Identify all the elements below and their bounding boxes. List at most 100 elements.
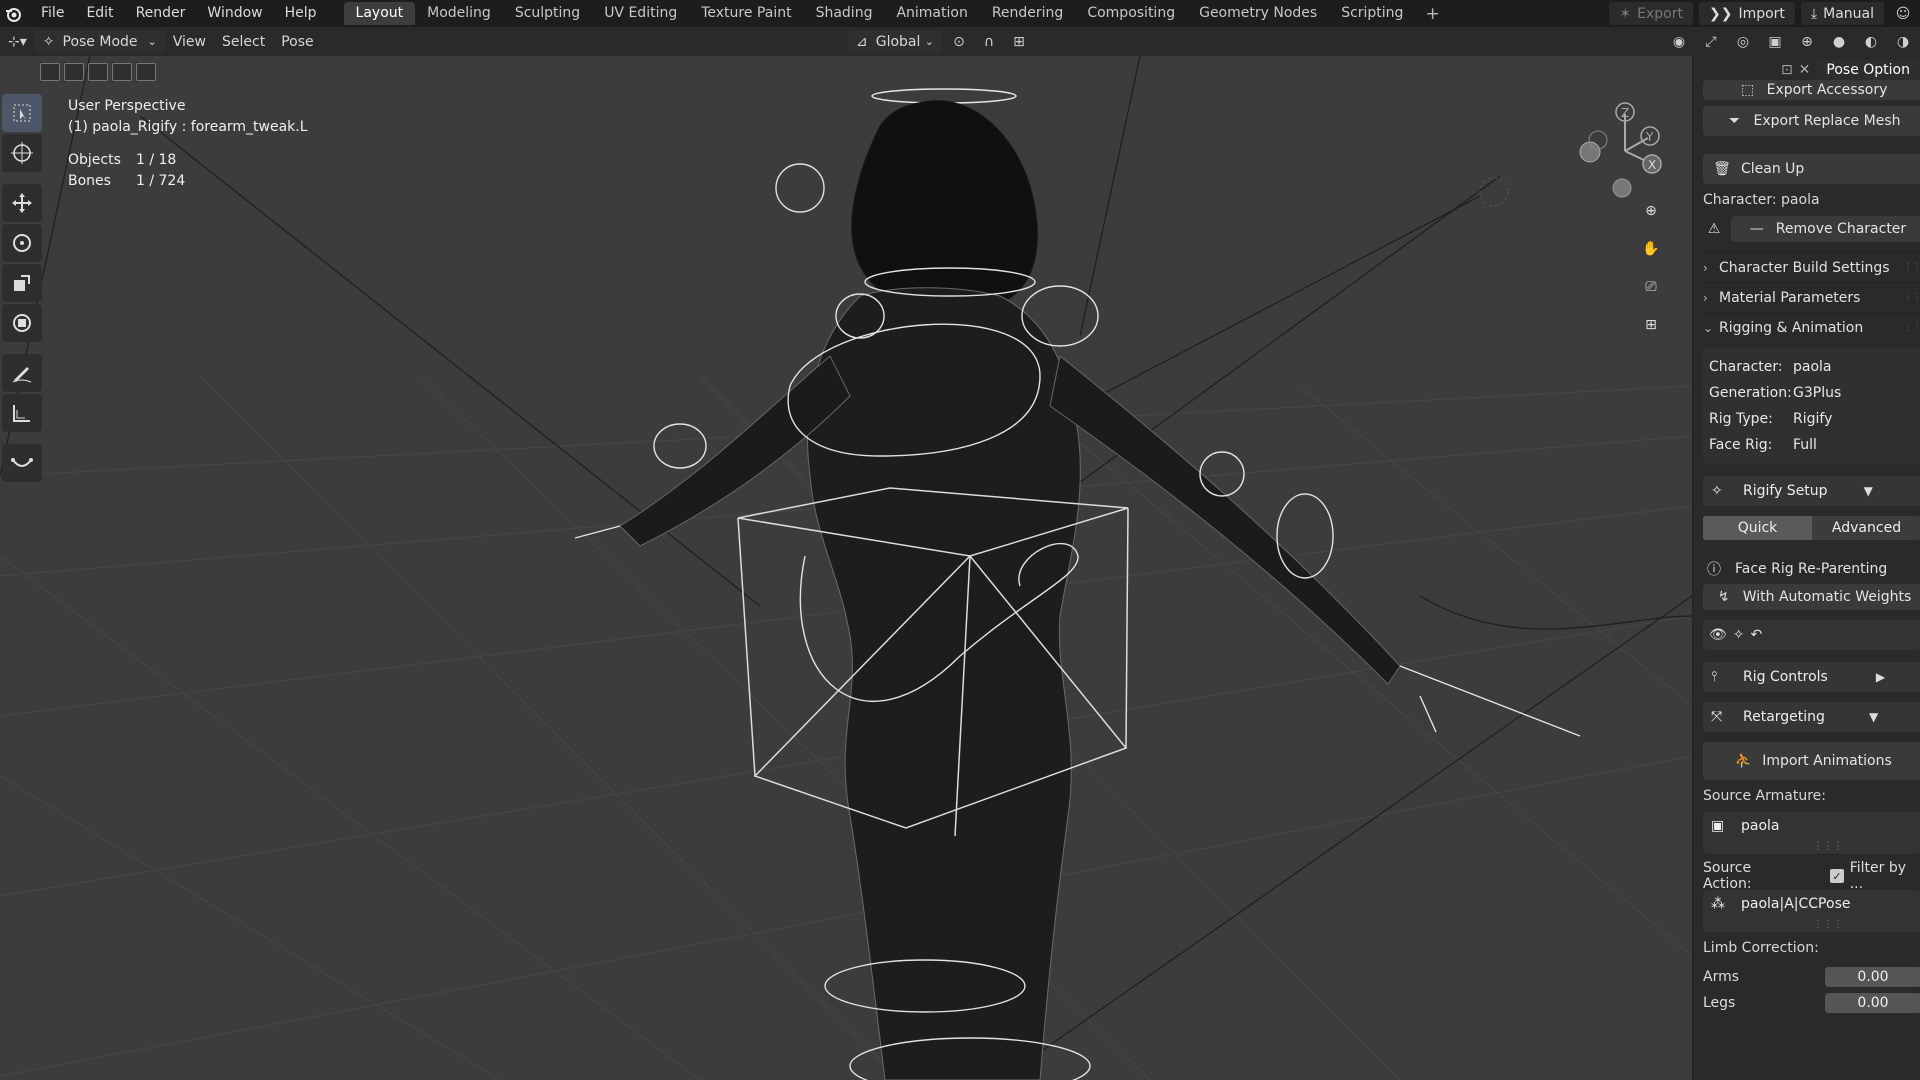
snap-settings-icon[interactable]: ⊞ <box>1006 30 1032 53</box>
3d-viewport[interactable]: User Perspective (1) paola_Rigify : fore… <box>0 56 1692 1080</box>
pin-icon[interactable]: ⊡ <box>1781 62 1793 78</box>
resize-handle-icon[interactable]: ⋮⋮⋮ <box>1813 919 1843 930</box>
workspace-tabs: Layout Modeling Sculpting UV Editing Tex… <box>343 0 1450 27</box>
blender-logo-icon[interactable] <box>2 3 24 25</box>
rig-controls-panel[interactable]: ⫯ Rig Controls ▶ <box>1703 662 1920 692</box>
export-replace-mesh-button[interactable]: ⏷ Export Replace Mesh <box>1703 106 1920 136</box>
tab-sculpting[interactable]: Sculpting <box>503 2 592 25</box>
arms-value-field[interactable]: 0.00 <box>1825 967 1920 987</box>
drag-handle-icon[interactable]: ⋮⋮ <box>1903 322 1920 333</box>
quick-button[interactable]: Quick <box>1703 516 1812 540</box>
tab-shading[interactable]: Shading <box>804 2 885 25</box>
navigation-gizmo[interactable]: Z Y X <box>1570 96 1680 206</box>
move-tool[interactable] <box>2 184 42 222</box>
select-new-icon[interactable] <box>40 63 60 81</box>
annotate-tool[interactable] <box>2 354 42 392</box>
section-character-build-settings[interactable]: › Character Build Settings ⋮⋮ <box>1703 252 1920 282</box>
wireframe-shading-icon[interactable]: ⊕ <box>1794 30 1820 53</box>
tab-texture-paint[interactable]: Texture Paint <box>689 2 803 25</box>
menu-view[interactable]: View <box>165 30 214 53</box>
with-automatic-weights-button[interactable]: ↯ With Automatic Weights <box>1703 584 1920 610</box>
select-invert-icon[interactable] <box>112 63 132 81</box>
retargeting-panel[interactable]: ⤧ Retargeting ▼ <box>1703 702 1920 732</box>
source-action-picker[interactable]: ⁂ paola|A|CCPose ⋮⋮⋮ <box>1703 890 1920 932</box>
editor-type-icon: ⊹▾ <box>8 33 27 50</box>
cursor-tool[interactable] <box>2 134 42 172</box>
gizmo-toggle-icon[interactable]: ⤢ <box>1698 30 1724 53</box>
select-subtract-icon[interactable] <box>88 63 108 81</box>
tab-layout[interactable]: Layout <box>343 2 416 25</box>
rendered-shading-icon[interactable]: ◑ <box>1890 30 1916 53</box>
menu-pose[interactable]: Pose <box>273 30 321 53</box>
transform-tool[interactable] <box>2 304 42 342</box>
menu-render[interactable]: Render <box>125 0 197 27</box>
undo-icon[interactable]: ↶ <box>1751 627 1763 643</box>
user-icon[interactable]: ☺ <box>1890 2 1916 25</box>
pivot-point-icon[interactable]: ⊙ <box>946 30 972 53</box>
zoom-icon[interactable]: ⊕ <box>1636 196 1666 226</box>
rigify-setup-panel[interactable]: ✧ Rigify Setup ▼ <box>1703 476 1920 506</box>
legs-value-field[interactable]: 0.00 <box>1825 993 1920 1013</box>
tab-compositing[interactable]: Compositing <box>1075 2 1187 25</box>
export-button[interactable]: ✶ Export <box>1609 2 1693 25</box>
tab-scripting[interactable]: Scripting <box>1329 2 1415 25</box>
sidebar-tab-pose-options[interactable]: Pose Option <box>1816 60 1920 80</box>
material-shading-icon[interactable]: ◐ <box>1858 30 1884 53</box>
mode-dropdown[interactable]: ✧ Pose Mode ⌄ <box>34 30 165 53</box>
action-icon: ⁂ <box>1711 896 1725 912</box>
close-icon[interactable]: ✕ <box>1799 62 1811 78</box>
xray-icon[interactable]: ▣ <box>1762 30 1788 53</box>
editor-type-button[interactable]: ⊹▾ <box>0 30 35 53</box>
eye-icon[interactable]: 👁 <box>1709 627 1727 643</box>
scale-tool[interactable] <box>2 264 42 302</box>
sidebar-panel: ⊡ ✕ Pose Option ⬚ Export Accessory ⏷ Exp… <box>1692 56 1920 1080</box>
menu-window[interactable]: Window <box>196 0 273 27</box>
select-box-tool[interactable] <box>2 94 42 132</box>
resize-handle-icon[interactable]: ⋮⋮⋮ <box>1813 841 1843 852</box>
drag-handle-icon[interactable]: ⋮⋮ <box>1903 292 1920 303</box>
rig-figure-icon[interactable]: ✧ <box>1733 627 1745 643</box>
limb-correction-label: Limb Correction: <box>1703 940 1819 956</box>
chevron-right-icon: › <box>1703 290 1708 305</box>
remove-character-button[interactable]: — Remove Character <box>1731 216 1920 242</box>
import-button[interactable]: ❯❯ Import <box>1698 2 1795 25</box>
import-animations-button[interactable]: ⛹ Import Animations <box>1703 742 1920 780</box>
tab-animation[interactable]: Animation <box>884 2 979 25</box>
source-armature-picker[interactable]: ▣ paola ⋮⋮⋮ <box>1703 812 1920 854</box>
perspective-grid-icon[interactable]: ⊞ <box>1636 310 1666 340</box>
menu-file[interactable]: File <box>30 0 75 27</box>
add-workspace-button[interactable]: + <box>1415 4 1449 24</box>
tab-uv-editing[interactable]: UV Editing <box>592 2 689 25</box>
menu-select[interactable]: Select <box>214 30 273 53</box>
gizmo-z-label: Z <box>1621 106 1629 120</box>
snap-icon[interactable]: ∩ <box>976 30 1002 53</box>
tab-modeling[interactable]: Modeling <box>415 2 503 25</box>
measure-tool[interactable] <box>2 394 42 432</box>
overlay-toggle-icon[interactable]: ◎ <box>1730 30 1756 53</box>
bones-stat: Bones 1 / 724 <box>68 173 186 189</box>
clean-up-button[interactable]: 🗑 Clean Up <box>1703 154 1920 184</box>
export-accessory-button[interactable]: ⬚ Export Accessory <box>1703 80 1920 100</box>
bone-size-tool[interactable] <box>2 444 42 482</box>
solid-shading-icon[interactable]: ● <box>1826 30 1852 53</box>
active-object-label: (1) paola_Rigify : forearm_tweak.L <box>68 119 308 135</box>
tab-geometry-nodes[interactable]: Geometry Nodes <box>1187 2 1329 25</box>
tab-rendering[interactable]: Rendering <box>980 2 1076 25</box>
visibility-icon[interactable]: ◉ <box>1666 30 1692 53</box>
select-extend-icon[interactable] <box>64 63 84 81</box>
pan-hand-icon[interactable]: ✋ <box>1636 234 1666 264</box>
orientation-dropdown[interactable]: ⊿ Global ⌄ <box>848 30 942 53</box>
triangle-right-icon: ▶ <box>1875 670 1886 684</box>
advanced-button[interactable]: Advanced <box>1812 516 1920 540</box>
cursor-select-icon <box>13 104 31 122</box>
manual-button[interactable]: ⤓ Manual <box>1800 2 1884 25</box>
drag-handle-icon[interactable]: ⋮⋮ <box>1903 262 1920 273</box>
menu-help[interactable]: Help <box>274 0 328 27</box>
filter-checkbox[interactable]: ✓ <box>1830 869 1844 883</box>
section-rigging-animation[interactable]: ⌄ Rigging & Animation ⋮⋮ <box>1703 312 1920 342</box>
menu-edit[interactable]: Edit <box>75 0 124 27</box>
select-intersect-icon[interactable] <box>136 63 156 81</box>
camera-view-icon[interactable]: ⎚ <box>1636 272 1666 302</box>
rotate-tool[interactable] <box>2 224 42 262</box>
section-material-parameters[interactable]: › Material Parameters ⋮⋮ <box>1703 282 1920 312</box>
